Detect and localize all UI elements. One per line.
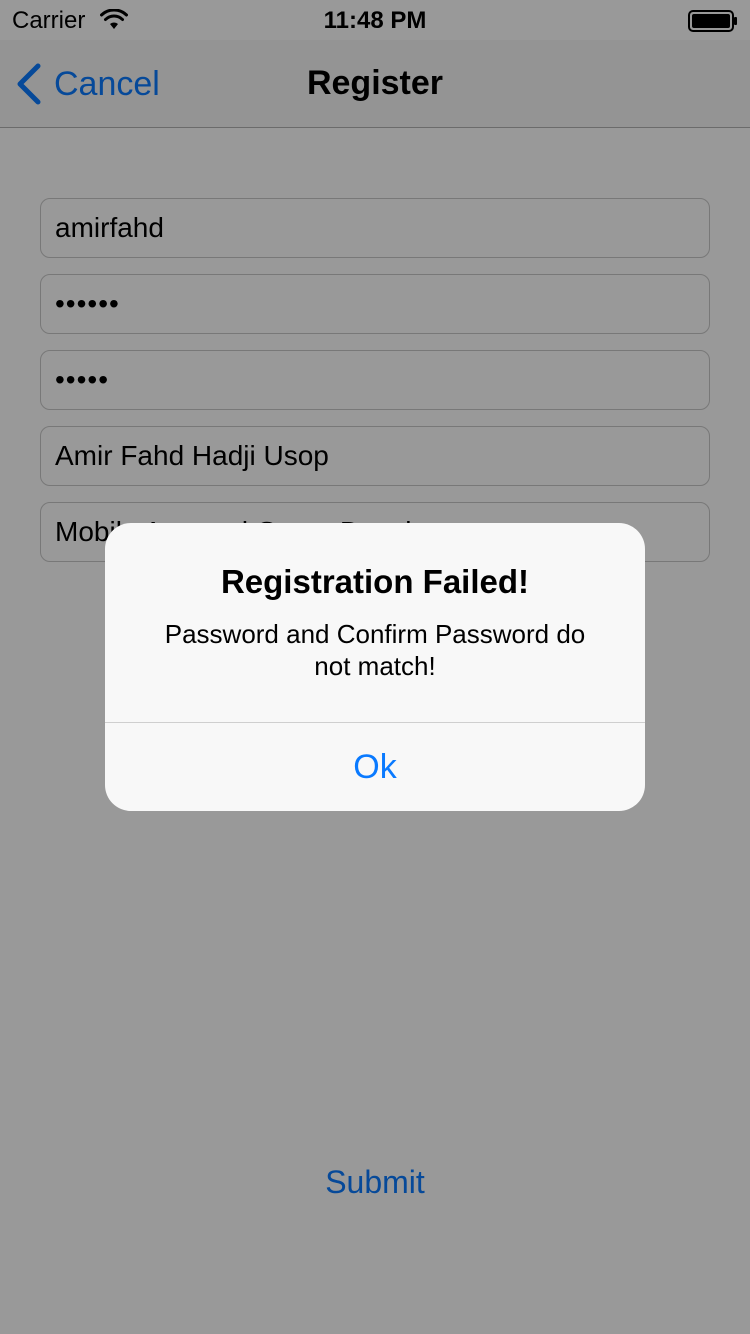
alert-title: Registration Failed! — [220, 563, 530, 600]
ok-button[interactable]: Ok — [105, 723, 645, 811]
register-screen: Carrier 11:48 PM Cancel Register amirfah… — [0, 0, 750, 1334]
alert-message: Password and Confirm Password do not mat… — [164, 619, 586, 681]
alert-dialog: Registration Failed! Password and Confir… — [105, 523, 645, 811]
